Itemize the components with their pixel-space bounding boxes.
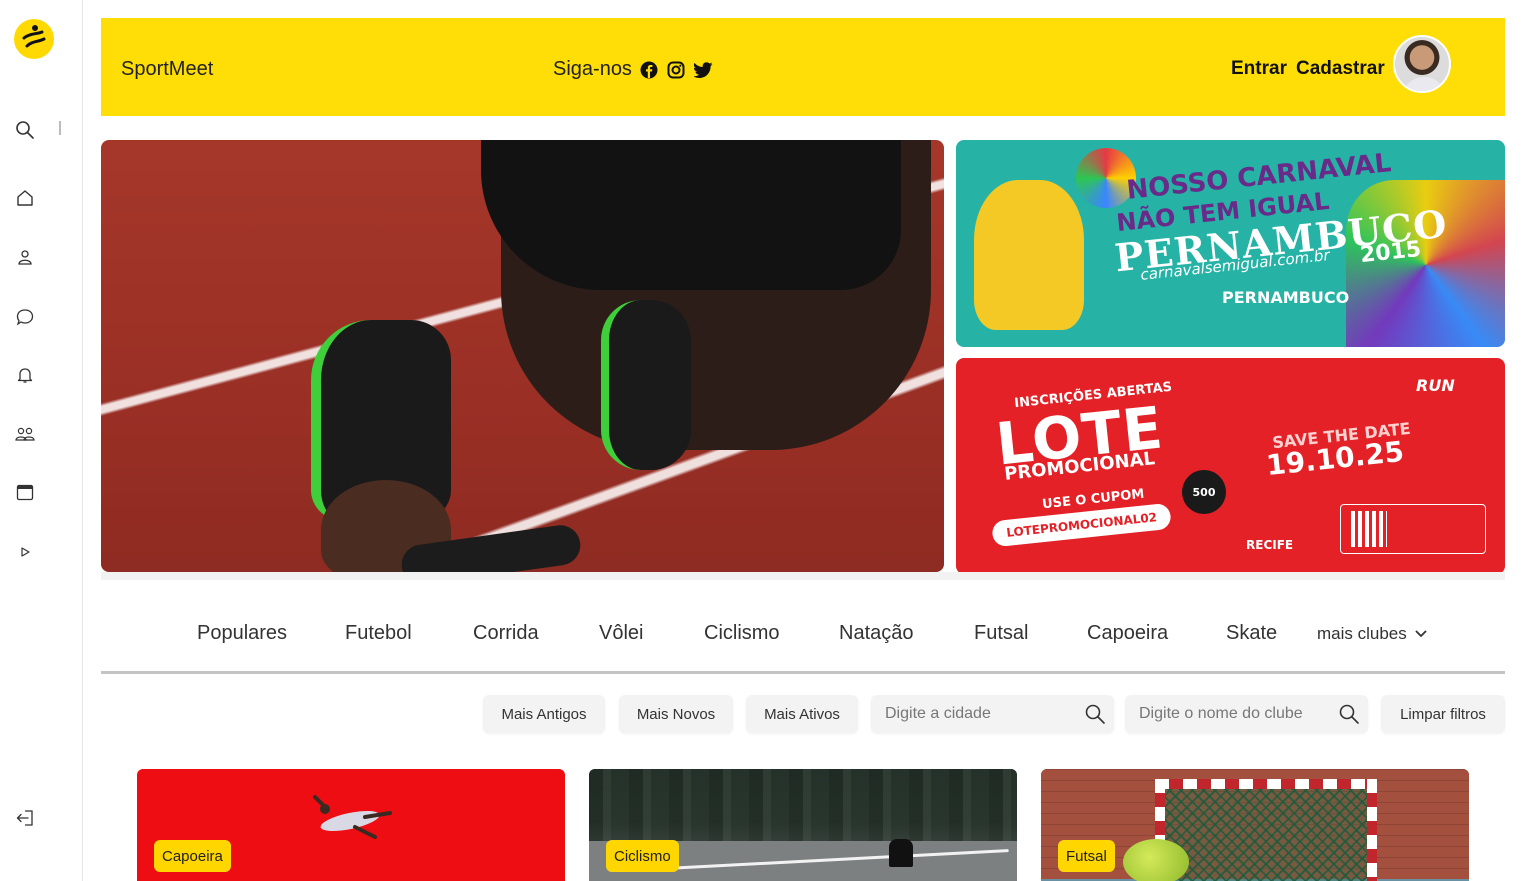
chat-icon[interactable] — [13, 305, 37, 329]
club-tag: Futsal — [1058, 840, 1115, 872]
tab-futebol[interactable]: Futebol — [345, 622, 412, 645]
group-icon[interactable] — [13, 422, 37, 446]
twitter-icon[interactable] — [693, 60, 713, 79]
tab-ciclismo[interactable]: Ciclismo — [704, 622, 780, 645]
search-icon[interactable] — [1338, 703, 1360, 725]
tab-volei[interactable]: Vôlei — [599, 622, 643, 645]
search-icon[interactable] — [1084, 703, 1106, 725]
sidebar-search-cursor — [59, 121, 61, 135]
city-search — [871, 695, 1114, 733]
ball-image — [1123, 839, 1189, 881]
hero-banner[interactable] — [101, 140, 944, 572]
club-card[interactable]: Ciclismo — [589, 769, 1017, 881]
tab-futsal[interactable]: Futsal — [974, 622, 1028, 645]
banner-divider — [101, 572, 1505, 580]
run-coupon-code: LOTEPROMOCIONAL02 — [991, 502, 1173, 548]
more-clubs-dropdown[interactable]: mais clubes — [1317, 624, 1427, 644]
run-sponsor: RECIFE — [1246, 538, 1294, 552]
club-card[interactable]: Futsal — [1041, 769, 1469, 881]
club-tag: Capoeira — [154, 840, 231, 872]
calendar-icon[interactable] — [13, 480, 37, 504]
category-tabs: Populares Futebol Corrida Vôlei Ciclismo… — [101, 612, 1505, 674]
sort-active-button[interactable]: Mais Ativos — [746, 695, 858, 733]
carnaval-banner[interactable]: NOSSO CARNAVAL NÃO TEM IGUAL PERNAMBUCO … — [956, 140, 1505, 347]
follow-label: Siga-nos — [553, 58, 632, 80]
city-search-input[interactable] — [871, 695, 1114, 733]
club-search — [1125, 695, 1368, 733]
login-link[interactable]: Entrar — [1231, 58, 1287, 80]
sidebar — [0, 0, 83, 881]
carnaval-figure — [974, 180, 1084, 330]
capoeira-dancer-image — [313, 795, 392, 839]
run-brand: RUN — [1416, 376, 1455, 395]
play-icon[interactable] — [13, 540, 37, 564]
top-header: SportMeet Siga-nos Entrar Cadastrar — [101, 18, 1505, 116]
logout-icon[interactable] — [13, 806, 37, 830]
run-badge: 500 — [1182, 470, 1226, 514]
tab-capoeira[interactable]: Capoeira — [1087, 622, 1168, 645]
search-icon[interactable] — [13, 118, 37, 142]
tab-populares[interactable]: Populares — [197, 622, 287, 645]
club-search-input[interactable] — [1125, 695, 1368, 733]
sort-newest-button[interactable]: Mais Novos — [619, 695, 733, 733]
user-icon[interactable] — [13, 245, 37, 269]
run-banner[interactable]: INSCRIÇÕES ABERTAS LOTE PROMOCIONAL USE … — [956, 358, 1505, 574]
app-logo[interactable] — [14, 19, 54, 59]
club-card[interactable]: Capoeira — [137, 769, 565, 881]
avatar[interactable] — [1393, 35, 1451, 93]
instagram-icon[interactable] — [667, 60, 686, 79]
tab-natacao[interactable]: Natação — [839, 622, 914, 645]
more-clubs-label: mais clubes — [1317, 624, 1407, 643]
follow-us: Siga-nos — [553, 58, 713, 81]
signup-link[interactable]: Cadastrar — [1296, 58, 1385, 80]
bell-icon[interactable] — [13, 363, 37, 387]
club-tag: Ciclismo — [606, 840, 679, 872]
carnaval-org: PERNAMBUCO — [1222, 288, 1350, 307]
tab-skate[interactable]: Skate — [1226, 622, 1277, 645]
qr-code-icon — [1340, 504, 1486, 554]
tab-corrida[interactable]: Corrida — [473, 622, 539, 645]
chevron-down-icon — [1415, 630, 1427, 637]
brand-name[interactable]: SportMeet — [121, 58, 213, 81]
cyclist-image — [889, 839, 913, 867]
home-icon[interactable] — [13, 186, 37, 210]
facebook-icon[interactable] — [640, 60, 659, 79]
sort-oldest-button[interactable]: Mais Antigos — [483, 695, 605, 733]
clear-filters-button[interactable]: Limpar filtros — [1381, 695, 1505, 733]
